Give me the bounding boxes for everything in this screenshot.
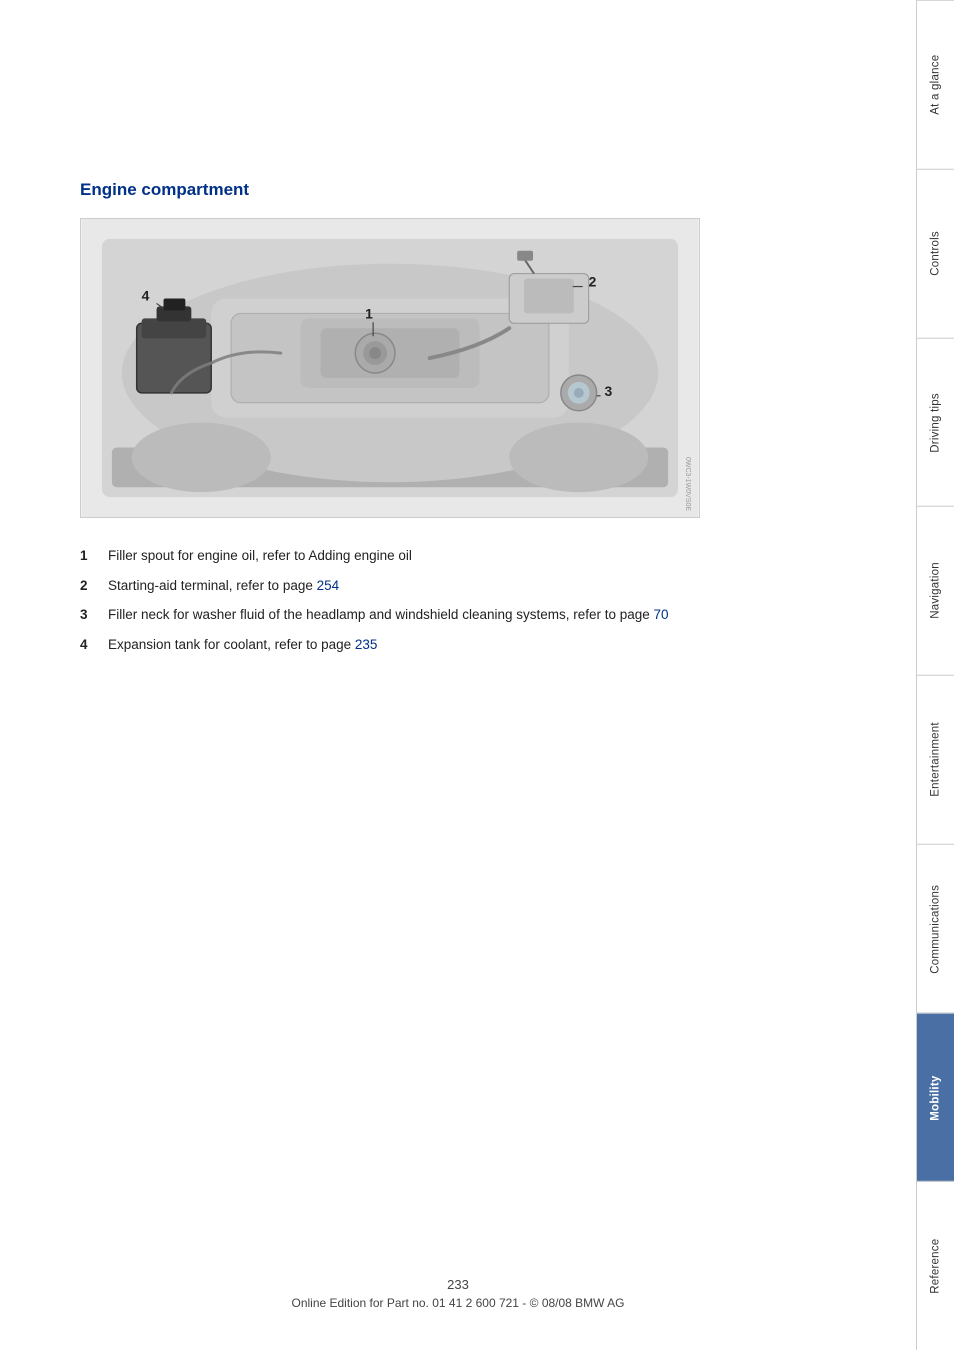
image-copyright: 0WC3-1W0VS0E bbox=[684, 457, 691, 511]
tab-navigation[interactable]: Navigation bbox=[917, 506, 954, 675]
tab-controls[interactable]: Controls bbox=[917, 169, 954, 338]
footer-text: Online Edition for Part no. 01 41 2 600 … bbox=[0, 1296, 916, 1310]
sidebar: At a glance Controls Driving tips Naviga… bbox=[916, 0, 954, 1350]
item-text-3: Filler neck for washer fluid of the head… bbox=[108, 605, 866, 625]
tab-communications[interactable]: Communications bbox=[917, 844, 954, 1013]
tab-mobility[interactable]: Mobility bbox=[917, 1013, 954, 1182]
tab-label: Communications bbox=[930, 884, 942, 973]
item-number-1: 1 bbox=[80, 546, 108, 566]
svg-text:2: 2 bbox=[589, 274, 597, 290]
tab-driving-tips[interactable]: Driving tips bbox=[917, 338, 954, 507]
svg-text:1: 1 bbox=[365, 305, 373, 321]
tab-entertainment[interactable]: Entertainment bbox=[917, 675, 954, 844]
link-70[interactable]: 70 bbox=[654, 607, 669, 622]
svg-text:4: 4 bbox=[142, 287, 150, 303]
item-text-1: Filler spout for engine oil, refer to Ad… bbox=[108, 546, 866, 566]
section-heading: Engine compartment bbox=[80, 180, 866, 200]
item-number-4: 4 bbox=[80, 635, 108, 655]
list-item: 3 Filler neck for washer fluid of the he… bbox=[80, 605, 866, 625]
tab-label: Driving tips bbox=[930, 393, 942, 453]
engine-svg: 1 2 3 4 0WC3-1W0VS0E bbox=[81, 219, 699, 517]
page-number: 233 bbox=[0, 1277, 916, 1292]
svg-text:3: 3 bbox=[605, 383, 613, 399]
tab-label: Reference bbox=[930, 1239, 942, 1294]
item-list: 1 Filler spout for engine oil, refer to … bbox=[80, 546, 866, 654]
link-254[interactable]: 254 bbox=[317, 578, 340, 593]
item-text-2: Starting-aid terminal, refer to page 254 bbox=[108, 576, 866, 596]
tab-label: Navigation bbox=[930, 563, 942, 620]
engine-image: 1 2 3 4 0WC3-1W0VS0E 0WC3-1W0VS0E bbox=[80, 218, 700, 518]
item-text-4: Expansion tank for coolant, refer to pag… bbox=[108, 635, 866, 655]
item-number-3: 3 bbox=[80, 605, 108, 625]
list-item: 2 Starting-aid terminal, refer to page 2… bbox=[80, 576, 866, 596]
tab-reference[interactable]: Reference bbox=[917, 1181, 954, 1350]
footer: 233 Online Edition for Part no. 01 41 2 … bbox=[0, 1277, 916, 1310]
tab-label: Controls bbox=[930, 231, 942, 276]
tab-label: Entertainment bbox=[930, 723, 942, 798]
tab-label: At a glance bbox=[930, 55, 942, 115]
link-235[interactable]: 235 bbox=[355, 637, 378, 652]
list-item: 4 Expansion tank for coolant, refer to p… bbox=[80, 635, 866, 655]
main-content: Engine compartment bbox=[0, 0, 916, 1350]
item-number-2: 2 bbox=[80, 576, 108, 596]
tab-at-a-glance[interactable]: At a glance bbox=[917, 0, 954, 169]
list-item: 1 Filler spout for engine oil, refer to … bbox=[80, 546, 866, 566]
tab-label: Mobility bbox=[930, 1075, 942, 1120]
